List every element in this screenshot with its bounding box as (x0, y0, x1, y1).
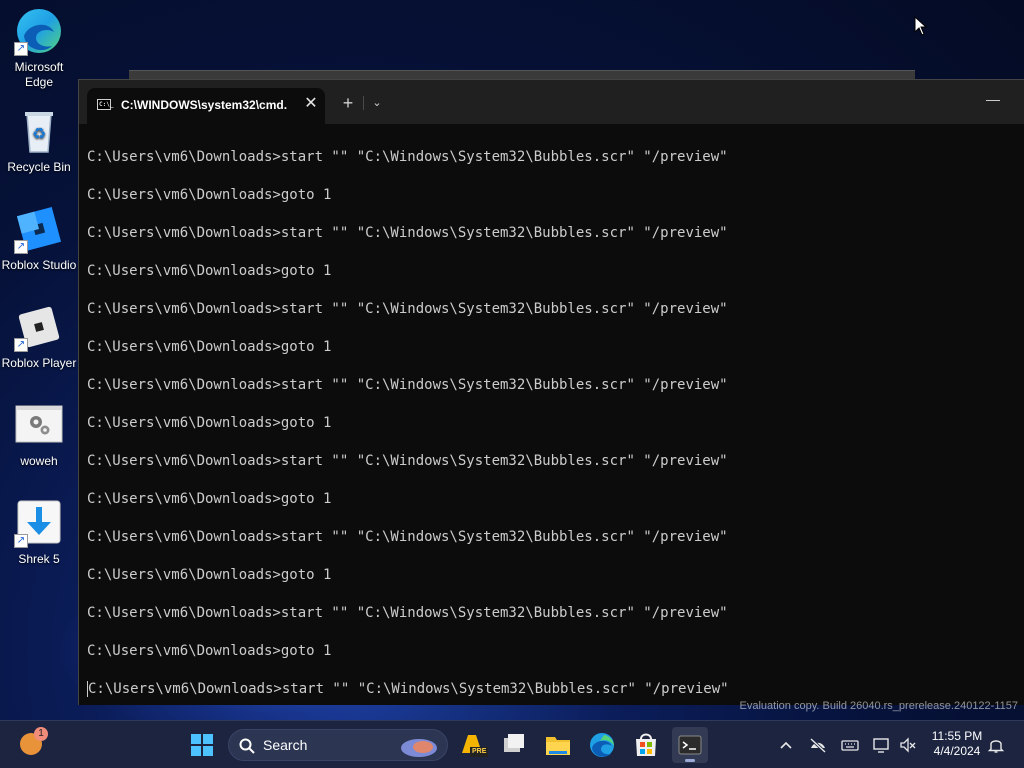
desktop-icon-label: Shrek 5 (18, 552, 60, 566)
console-line: C:\Users\vm6\Downloads>goto 1 (87, 263, 332, 279)
desktop-icon-woweh[interactable]: woweh (0, 400, 78, 469)
svg-text:♻: ♻ (32, 124, 46, 143)
settings-file-icon (14, 400, 64, 450)
windows-start-icon (191, 734, 213, 756)
weather-notification-badge: 1 (34, 727, 48, 741)
roblox-player-icon: ↗ (14, 302, 64, 352)
edge-icon: ↗ (14, 6, 64, 56)
terminal-titlebar[interactable]: C:\_ C:\WINDOWS\system32\cmd. ✕ + ⌄ — (79, 80, 1024, 124)
download-arrow-icon: ↗ (14, 498, 64, 548)
file-explorer-button[interactable] (540, 727, 576, 763)
task-view-icon (504, 734, 524, 752)
terminal-icon (678, 735, 702, 755)
evaluation-watermark: Evaluation copy. Build 26040.rs_prerelea… (739, 700, 1018, 712)
desktop-icon-label: Roblox Studio (1, 258, 77, 272)
chevron-up-icon[interactable] (776, 735, 796, 755)
close-tab-button[interactable]: ✕ (301, 94, 321, 114)
console-line: C:\Users\vm6\Downloads>start "" "C:\Wind… (87, 453, 728, 469)
search-highlight-icon (401, 739, 437, 757)
mouse-pointer-icon (914, 15, 928, 41)
console-line: C:\Users\vm6\Downloads>start "" "C:\Wind… (87, 301, 728, 317)
console-line: C:\Users\vm6\Downloads>start "" "C:\Wind… (87, 149, 728, 165)
desktop-icon-label: Roblox Player (1, 356, 77, 370)
search-placeholder: Search (263, 737, 308, 753)
console-line: C:\Users\vm6\Downloads>goto 1 (87, 643, 332, 659)
copilot-pre-icon (462, 735, 482, 753)
desktop-icon-microsoft-edge[interactable]: ↗ Microsoft Edge (0, 6, 78, 90)
edge-icon (590, 733, 614, 757)
console-line: C:\Users\vm6\Downloads>start "" "C:\Wind… (87, 225, 728, 241)
roblox-studio-icon: ↗ (14, 204, 64, 254)
taskbar: 1 Search PRE 11:55 PM 4/4/2024 (0, 720, 1024, 768)
new-tab-button[interactable]: + (337, 92, 359, 114)
desktop-icon-shrek-5[interactable]: ↗ Shrek 5 (0, 498, 78, 567)
start-button[interactable] (184, 727, 220, 763)
tab-cmd[interactable]: C:\_ C:\WINDOWS\system32\cmd. ✕ (87, 88, 325, 124)
console-line-text: C:\Users\vm6\Downloads>start "" "C:\Wind… (88, 681, 729, 697)
console-line: C:\Users\vm6\Downloads>goto 1 (87, 491, 332, 507)
clock-date: 4/4/2024 (933, 744, 981, 758)
console-line: C:\Users\vm6\Downloads>goto 1 (87, 567, 332, 583)
tab-title: C:\WINDOWS\system32\cmd. (121, 98, 288, 112)
active-app-indicator (685, 759, 695, 762)
tab-separator (363, 96, 364, 110)
minimize-button[interactable]: — (970, 86, 1016, 112)
terminal-taskbar-button[interactable] (672, 727, 708, 763)
desktop-icon-label: Recycle Bin (7, 160, 71, 174)
weather-widget-button[interactable]: 1 (14, 727, 50, 763)
keyboard-icon[interactable] (840, 735, 860, 755)
copilot-pre-button[interactable]: PRE (454, 727, 490, 763)
taskbar-search-box[interactable]: Search (228, 729, 448, 761)
network-off-icon[interactable] (808, 735, 828, 755)
desktop-icon-label: Microsoft Edge (14, 60, 64, 89)
console-line: C:\Users\vm6\Downloads>start "" "C:\Wind… (87, 605, 728, 621)
pre-badge: PRE (470, 747, 489, 757)
console-line: C:\Users\vm6\Downloads>start "" "C:\Wind… (87, 377, 728, 393)
microsoft-store-icon (636, 733, 656, 756)
microsoft-store-button[interactable] (628, 727, 664, 763)
notification-bell-icon[interactable] (986, 735, 1006, 755)
task-view-button[interactable] (496, 727, 532, 763)
recycle-bin-icon: ♻ (14, 106, 64, 156)
file-explorer-icon (546, 737, 570, 755)
console-line: C:\Users\vm6\Downloads>goto 1 (87, 187, 332, 203)
clock-time: 11:55 PM (931, 729, 983, 743)
desktop-icon-recycle-bin[interactable]: ♻ Recycle Bin (0, 106, 78, 175)
display-icon[interactable] (872, 735, 892, 755)
console-line: C:\Users\vm6\Downloads>goto 1 (87, 339, 332, 355)
cmd-tab-icon: C:\_ (97, 99, 114, 110)
desktop-icon-roblox-player[interactable]: ↗ Roblox Player (0, 302, 78, 371)
desktop-icon-label: woweh (20, 454, 58, 468)
volume-mute-icon[interactable] (898, 735, 918, 755)
taskbar-clock[interactable]: 11:55 PM 4/4/2024 (926, 729, 988, 759)
console-line: C:\Users\vm6\Downloads>start "" "C:\Wind… (87, 529, 728, 545)
edge-taskbar-button[interactable] (584, 727, 620, 763)
console-output[interactable]: C:\Users\vm6\Downloads>start "" "C:\Wind… (87, 138, 1024, 705)
search-icon (239, 738, 255, 754)
console-line: C:\Users\vm6\Downloads>goto 1 (87, 415, 332, 431)
desktop-icon-roblox-studio[interactable]: ↗ Roblox Studio (0, 204, 78, 273)
chevron-down-icon[interactable]: ⌄ (367, 92, 387, 114)
terminal-window[interactable]: C:\_ C:\WINDOWS\system32\cmd. ✕ + ⌄ — C:… (78, 79, 1024, 705)
